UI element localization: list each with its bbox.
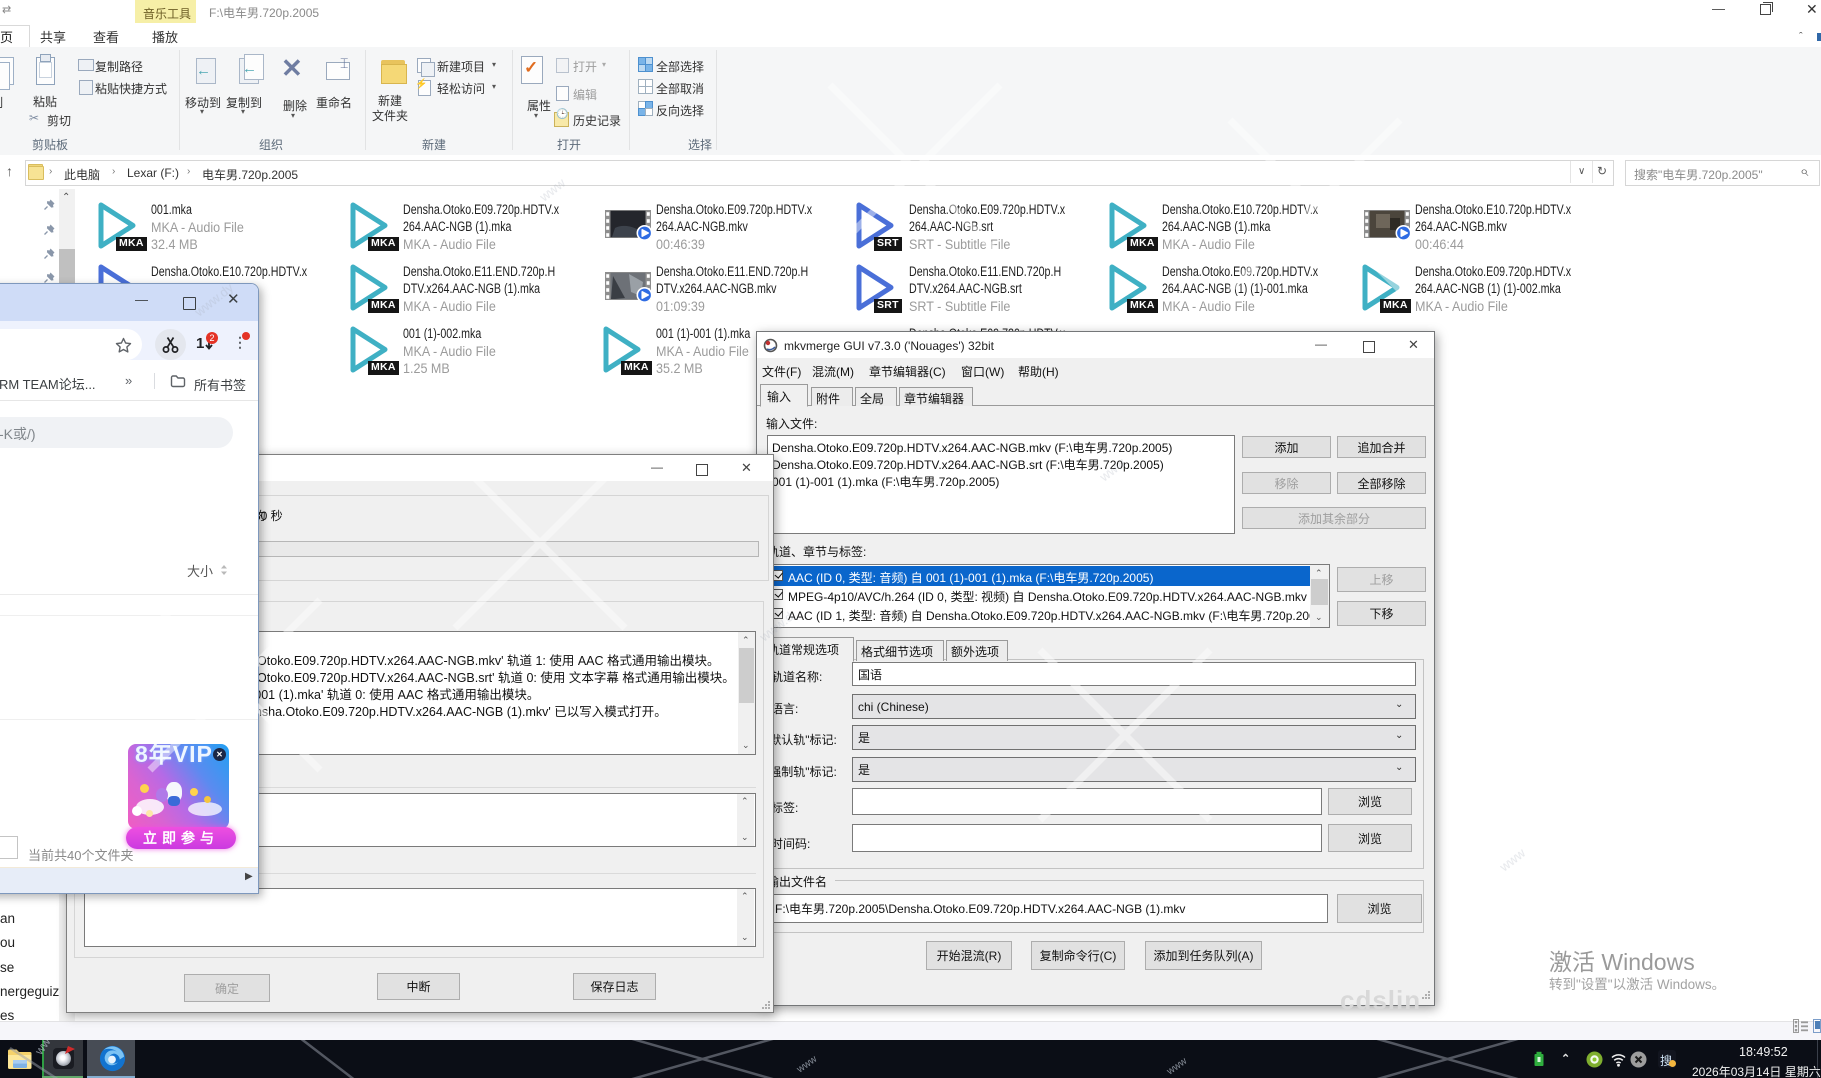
- svg-text:www: www: [1164, 1055, 1190, 1077]
- svg-text:www: www: [794, 1053, 820, 1075]
- svg-text:www: www: [31, 1040, 58, 1058]
